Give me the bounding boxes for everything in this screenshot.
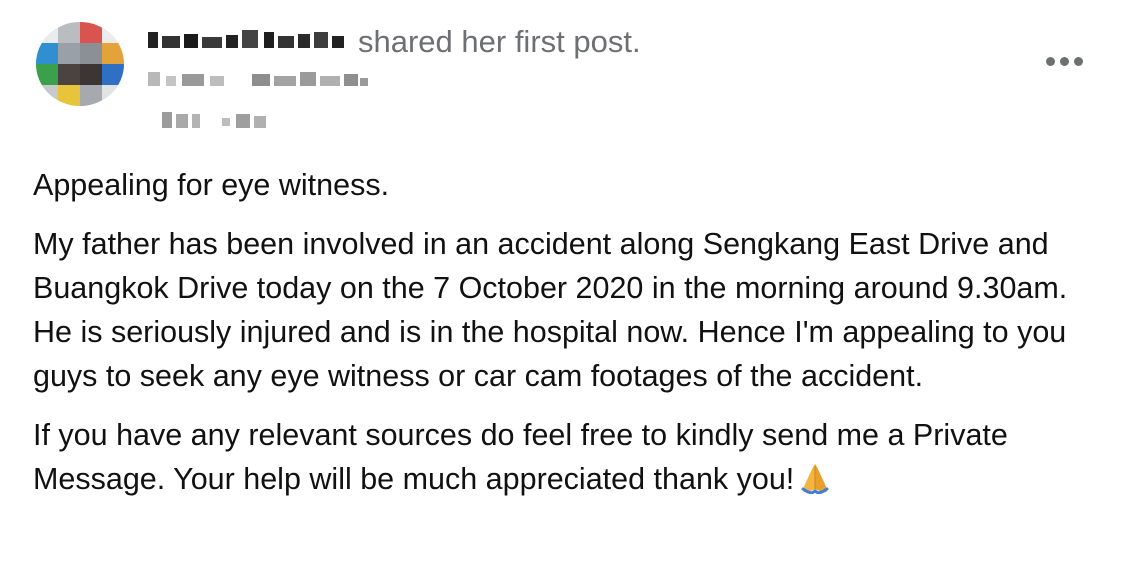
post-body: Appealing for eye witness. My father has… bbox=[33, 163, 1113, 521]
member-badge-redacted bbox=[148, 68, 378, 97]
post-paragraph: If you have any relevant sources do feel… bbox=[33, 413, 1113, 506]
author-avatar[interactable] bbox=[36, 22, 124, 106]
ellipsis-dot bbox=[1060, 57, 1069, 66]
ellipsis-dot bbox=[1074, 57, 1083, 66]
post-paragraph: My father has been involved in an accide… bbox=[33, 227, 1068, 393]
shared-first-post-text: shared her first post. bbox=[358, 23, 641, 59]
post-paragraph: Appealing for eye witness. bbox=[33, 168, 390, 202]
folded-hands-icon bbox=[800, 462, 830, 506]
redacted-badge-blur bbox=[148, 72, 368, 86]
post-paragraph-text: If you have any relevant sources do feel… bbox=[33, 418, 1008, 496]
timestamp-redacted[interactable] bbox=[162, 108, 272, 137]
post-card: shared her first post. Appealing for eye… bbox=[0, 0, 1122, 562]
more-options-icon[interactable] bbox=[1046, 52, 1086, 72]
post-header: shared her first post. bbox=[148, 20, 641, 62]
redacted-name-blur bbox=[148, 29, 344, 48]
ellipsis-dot bbox=[1046, 57, 1055, 66]
redacted-timestamp-blur bbox=[162, 112, 266, 128]
author-name-redacted[interactable] bbox=[148, 22, 348, 62]
avatar-pixelated-image bbox=[36, 22, 124, 106]
